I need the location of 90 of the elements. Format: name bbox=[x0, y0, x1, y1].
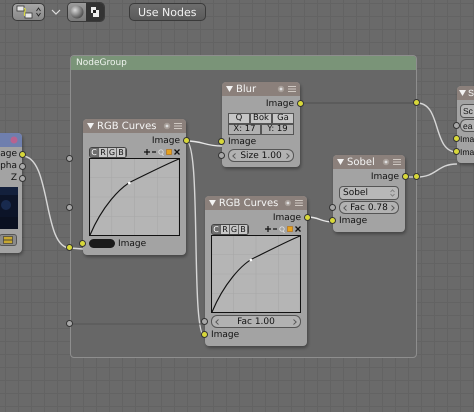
number-field[interactable]: X: 17 bbox=[228, 124, 261, 135]
filter-type-button[interactable]: Ga bbox=[272, 113, 294, 124]
type-dropdown[interactable]: Sobel bbox=[339, 186, 399, 200]
socket-label: Image bbox=[272, 212, 301, 222]
curve-graph[interactable] bbox=[211, 235, 301, 313]
color-swatch[interactable] bbox=[89, 239, 115, 248]
socket-label: Image bbox=[266, 98, 294, 108]
output-socket[interactable] bbox=[183, 137, 190, 144]
group-socket[interactable] bbox=[66, 320, 73, 327]
input-socket[interactable] bbox=[79, 240, 86, 247]
node-title: Sobel bbox=[347, 156, 375, 168]
output-socket[interactable] bbox=[402, 173, 409, 180]
plus-icon[interactable] bbox=[265, 226, 271, 232]
sphere-icon bbox=[70, 5, 84, 19]
channel-button[interactable]: B bbox=[239, 224, 248, 234]
close-icon[interactable] bbox=[174, 149, 180, 155]
input-socket[interactable] bbox=[453, 135, 460, 142]
render-dot-icon[interactable] bbox=[10, 136, 18, 144]
collapse-icon[interactable] bbox=[459, 90, 466, 96]
input-socket[interactable] bbox=[218, 138, 225, 145]
curve-graph[interactable] bbox=[89, 158, 180, 236]
channel-button[interactable]: G bbox=[108, 148, 117, 156]
use-nodes-button[interactable]: Use Nodes bbox=[129, 3, 206, 21]
preview-toggle-icon[interactable] bbox=[277, 85, 285, 93]
channel-button[interactable]: R bbox=[99, 148, 108, 156]
input-socket[interactable] bbox=[453, 122, 460, 129]
socket-label: Image bbox=[228, 136, 256, 146]
socket-label: age bbox=[0, 149, 17, 159]
node-title: RGB Curves bbox=[218, 198, 278, 208]
output-socket[interactable] bbox=[304, 214, 311, 221]
image-button[interactable] bbox=[0, 234, 17, 246]
preview-toggle-icon[interactable] bbox=[382, 158, 390, 166]
close-icon[interactable] bbox=[295, 226, 301, 232]
collapse-icon[interactable] bbox=[87, 123, 94, 129]
input-socket[interactable] bbox=[453, 148, 460, 155]
compositing-button[interactable] bbox=[86, 3, 104, 21]
output-socket[interactable] bbox=[297, 100, 304, 107]
input-socket[interactable] bbox=[329, 204, 336, 211]
preview-toggle-icon[interactable] bbox=[284, 199, 292, 207]
filter-type-button[interactable]: Bok bbox=[250, 113, 272, 124]
channel-button[interactable]: C bbox=[212, 224, 221, 234]
input-socket[interactable] bbox=[201, 318, 208, 325]
dropdown-icon[interactable] bbox=[51, 8, 61, 16]
number-field[interactable]: Y: 19 bbox=[261, 124, 294, 135]
group-socket[interactable] bbox=[66, 155, 73, 162]
collapse-icon[interactable] bbox=[226, 86, 233, 92]
number-field[interactable]: ea bbox=[460, 119, 474, 132]
node-editor-icon bbox=[16, 5, 34, 19]
group-socket[interactable] bbox=[66, 204, 73, 211]
film-icon bbox=[3, 236, 13, 244]
collapse-icon[interactable] bbox=[337, 159, 344, 165]
socket-label: Image bbox=[118, 238, 146, 248]
channel-button[interactable]: G bbox=[230, 224, 239, 234]
socket-label: Image bbox=[370, 172, 399, 182]
frame-label: NodeGroup bbox=[71, 56, 416, 70]
node-title: Blur bbox=[236, 84, 256, 94]
socket-label: Z bbox=[10, 173, 17, 183]
socket-label: Image bbox=[152, 136, 180, 146]
socket-label: Image bbox=[211, 330, 240, 340]
group-socket[interactable] bbox=[66, 244, 73, 251]
input-socket[interactable] bbox=[201, 331, 208, 338]
socket-label: pha bbox=[0, 161, 17, 171]
plus-icon[interactable] bbox=[144, 149, 150, 155]
up-down-icon bbox=[390, 188, 395, 196]
channel-button[interactable]: C bbox=[90, 148, 99, 156]
node-title: S bbox=[468, 88, 474, 98]
number-field[interactable]: Size 1.00 bbox=[228, 149, 294, 162]
output-socket[interactable] bbox=[19, 175, 26, 182]
socket-label: Image bbox=[339, 216, 368, 226]
render-layers-icon bbox=[89, 5, 101, 19]
output-socket[interactable] bbox=[19, 151, 26, 158]
up-down-icon bbox=[36, 7, 41, 17]
channel-button[interactable]: R bbox=[221, 224, 230, 234]
filter-type-button[interactable]: Q bbox=[228, 113, 250, 124]
input-socket[interactable] bbox=[218, 152, 225, 159]
preview-toggle-icon[interactable] bbox=[163, 122, 171, 130]
group-socket[interactable] bbox=[413, 99, 420, 106]
socket-label: Ima bbox=[460, 146, 474, 156]
type-dropdown[interactable]: Sc bbox=[460, 104, 474, 118]
output-socket[interactable] bbox=[19, 163, 26, 170]
number-field[interactable]: Fac 0.78 bbox=[339, 201, 399, 214]
channel-button[interactable]: B bbox=[117, 148, 126, 156]
material-button[interactable] bbox=[68, 3, 86, 21]
socket-label: Ima bbox=[460, 134, 474, 144]
editor-type-button[interactable] bbox=[12, 3, 45, 21]
group-socket[interactable] bbox=[413, 173, 420, 180]
collapse-icon[interactable] bbox=[209, 200, 216, 206]
input-socket[interactable] bbox=[329, 217, 336, 224]
number-field[interactable]: Fac 1.00 bbox=[211, 315, 301, 328]
node-title: RGB Curves bbox=[97, 120, 156, 132]
